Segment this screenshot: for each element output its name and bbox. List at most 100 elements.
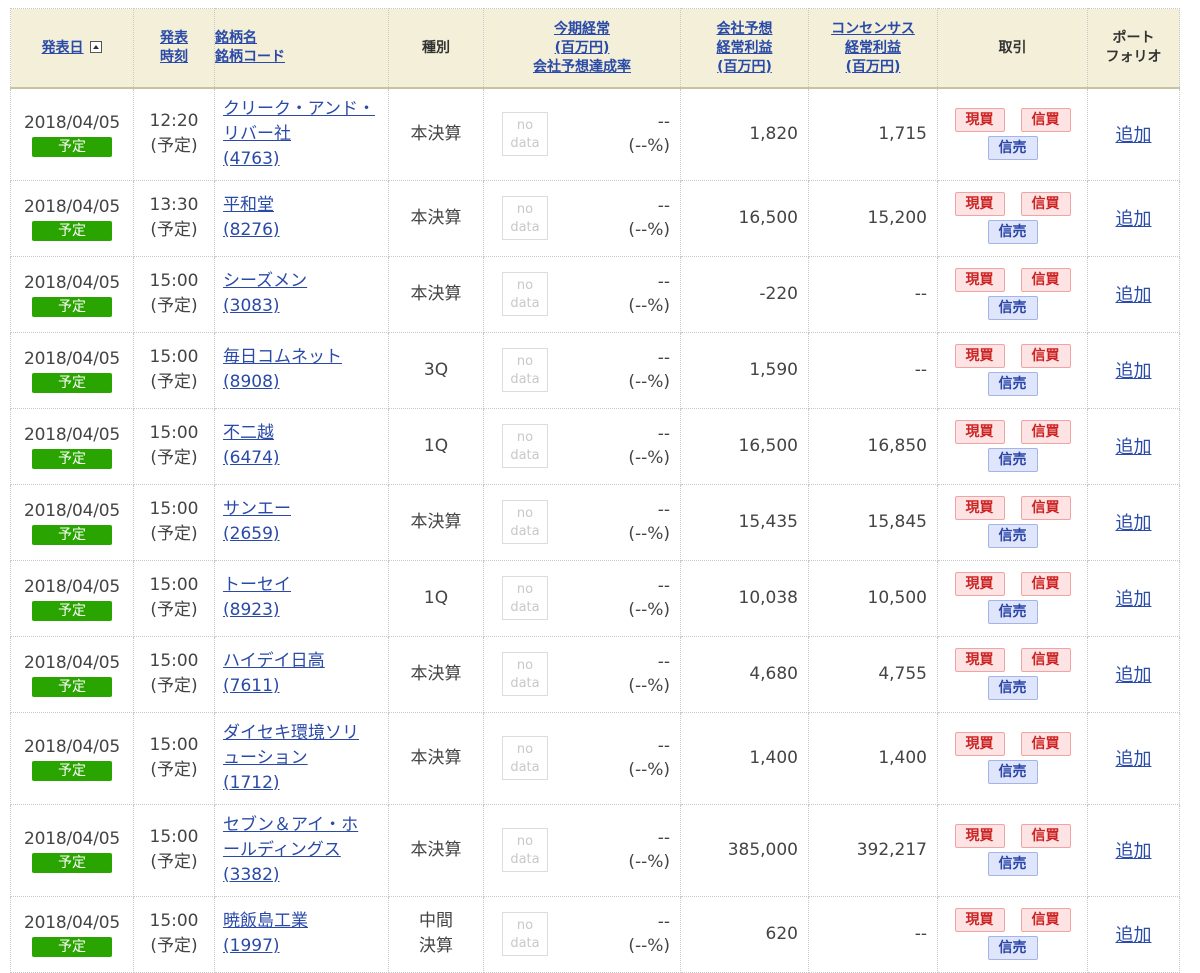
margin-buy-button[interactable]: 信買 <box>1020 344 1071 368</box>
stock-name-link[interactable]: サンエー <box>223 499 291 519</box>
stock-name-link[interactable]: トーセイ <box>223 575 291 595</box>
cash-buy-button[interactable]: 現買 <box>954 420 1005 444</box>
stock-code-link[interactable]: (8276) <box>223 220 280 240</box>
sort-up-icon[interactable] <box>90 40 103 53</box>
sort-time-link[interactable]: 発表 時刻 <box>160 30 188 65</box>
add-portfolio-link[interactable]: 追加 <box>1116 285 1152 306</box>
margin-buy-button[interactable]: 信買 <box>1020 420 1071 444</box>
type-cell: 本決算 <box>388 87 484 181</box>
margin-sell-button[interactable]: 信売 <box>987 760 1038 784</box>
header-forecast[interactable]: 会社予想 経常利益 (百万円) <box>680 8 809 89</box>
portfolio-cell: 追加 <box>1087 255 1180 333</box>
trade-cell: 現買 信買 信売 <box>937 895 1088 973</box>
stock-name-link[interactable]: ハイデイ日高 <box>223 651 325 671</box>
stock-name-link[interactable]: 平和堂 <box>223 195 274 215</box>
margin-sell-button[interactable]: 信売 <box>987 220 1038 244</box>
add-portfolio-link[interactable]: 追加 <box>1116 925 1152 946</box>
sort-date-link[interactable]: 発表日 <box>42 40 84 56</box>
sort-forecast-link[interactable]: 会社予想 経常利益 (百万円) <box>717 21 773 75</box>
cash-buy-button[interactable]: 現買 <box>954 732 1005 756</box>
margin-sell-button[interactable]: 信売 <box>987 448 1038 472</box>
stock-code-link[interactable]: (6474) <box>223 448 280 468</box>
cash-buy-button[interactable]: 現買 <box>954 824 1005 848</box>
time-note: (予定) <box>150 524 198 544</box>
margin-sell-button[interactable]: 信売 <box>987 936 1038 960</box>
stock-name-link[interactable]: 暁飯島工業 <box>223 911 308 931</box>
stock-name-link[interactable]: ダイセキ環境ソリ <box>223 723 359 743</box>
stock-code-link[interactable]: (1997) <box>223 936 280 956</box>
time-note: (予定) <box>150 760 198 780</box>
add-portfolio-link[interactable]: 追加 <box>1116 125 1152 146</box>
table-row: 2018/04/05 予定 13:30 (予定) 平和堂 (8276) 本決算 … <box>10 179 1180 257</box>
margin-buy-button[interactable]: 信買 <box>1020 192 1071 216</box>
add-portfolio-link[interactable]: 追加 <box>1116 513 1152 534</box>
type-cell: 本決算 <box>388 635 484 713</box>
add-portfolio-link[interactable]: 追加 <box>1116 209 1152 230</box>
achievement-rate: -- (--%) <box>628 500 670 544</box>
cash-buy-button[interactable]: 現買 <box>954 908 1005 932</box>
stock-code-link[interactable]: (7611) <box>223 676 280 696</box>
header-rate[interactable]: 今期経常 (百万円) 会社予想達成率 <box>483 8 681 89</box>
type-cell: 中間 決算 <box>388 895 484 973</box>
margin-buy-button[interactable]: 信買 <box>1020 824 1071 848</box>
margin-buy-button[interactable]: 信買 <box>1020 908 1071 932</box>
margin-sell-button[interactable]: 信売 <box>987 600 1038 624</box>
stock-name-link[interactable]: ューション <box>223 748 308 768</box>
stock-code-link[interactable]: (3083) <box>223 296 280 316</box>
add-portfolio-link[interactable]: 追加 <box>1116 665 1152 686</box>
stock-code-link[interactable]: (8923) <box>223 600 280 620</box>
sort-name-link[interactable]: 銘柄名 銘柄コード <box>215 30 285 65</box>
sort-consensus-link[interactable]: コンセンサス 経常利益 (百万円) <box>831 21 915 75</box>
stock-name-link[interactable]: ールディングス <box>223 840 341 860</box>
stock-name-link[interactable]: 不二越 <box>223 423 274 443</box>
earnings-type: 本決算 <box>410 283 462 304</box>
add-portfolio-link[interactable]: 追加 <box>1116 841 1152 862</box>
time-note: (予定) <box>150 296 198 316</box>
cash-buy-button[interactable]: 現買 <box>954 496 1005 520</box>
consensus-profit: 392,217 <box>808 803 938 897</box>
margin-buy-button[interactable]: 信買 <box>1020 648 1071 672</box>
margin-buy-button[interactable]: 信買 <box>1020 496 1071 520</box>
header-consensus[interactable]: コンセンサス 経常利益 (百万円) <box>808 8 938 89</box>
cash-buy-button[interactable]: 現買 <box>954 572 1005 596</box>
margin-sell-button[interactable]: 信売 <box>987 296 1038 320</box>
margin-sell-button[interactable]: 信売 <box>987 372 1038 396</box>
add-portfolio-link[interactable]: 追加 <box>1116 437 1152 458</box>
header-date[interactable]: 発表日 <box>10 8 134 89</box>
cash-buy-button[interactable]: 現買 <box>954 108 1005 133</box>
stock-name-link[interactable]: リバー社 <box>223 124 291 144</box>
cash-buy-button[interactable]: 現買 <box>954 192 1005 216</box>
margin-sell-button[interactable]: 信売 <box>987 136 1038 161</box>
cash-buy-button[interactable]: 現買 <box>954 268 1005 292</box>
add-portfolio-link[interactable]: 追加 <box>1116 749 1152 770</box>
table-row: 2018/04/05 予定 15:00 (予定) 不二越 (6474) 1Q n… <box>10 407 1180 485</box>
add-portfolio-link[interactable]: 追加 <box>1116 361 1152 382</box>
earnings-type: 3Q <box>423 359 449 380</box>
stock-name-link[interactable]: セブン＆アイ・ホ <box>223 815 358 835</box>
time-note: (予定) <box>150 600 198 620</box>
header-name[interactable]: 銘柄名 銘柄コード <box>214 8 389 89</box>
achievement-cell: no data -- (--%) <box>483 179 681 257</box>
margin-sell-button[interactable]: 信売 <box>987 676 1038 700</box>
stock-code-link[interactable]: (3382) <box>223 865 280 885</box>
stock-code-link[interactable]: (1712) <box>223 773 280 793</box>
forecast-profit: 1,590 <box>680 331 809 409</box>
stock-name-link[interactable]: 毎日コムネット <box>223 347 342 367</box>
stock-code-link[interactable]: (4763) <box>223 149 280 169</box>
stock-name-link[interactable]: クリーク・アンド・ <box>223 99 375 119</box>
margin-sell-button[interactable]: 信売 <box>987 852 1038 876</box>
sort-rate-link[interactable]: 今期経常 (百万円) 会社予想達成率 <box>533 21 631 75</box>
margin-buy-button[interactable]: 信買 <box>1020 108 1071 133</box>
add-portfolio-link[interactable]: 追加 <box>1116 589 1152 610</box>
stock-code-link[interactable]: (2659) <box>223 524 280 544</box>
stock-name-link[interactable]: シーズメン <box>223 271 307 291</box>
cash-buy-button[interactable]: 現買 <box>954 344 1005 368</box>
margin-buy-button[interactable]: 信買 <box>1020 732 1071 756</box>
margin-sell-button[interactable]: 信売 <box>987 524 1038 548</box>
header-time[interactable]: 発表 時刻 <box>133 8 215 89</box>
portfolio-cell: 追加 <box>1087 407 1180 485</box>
cash-buy-button[interactable]: 現買 <box>954 648 1005 672</box>
margin-buy-button[interactable]: 信買 <box>1020 268 1071 292</box>
margin-buy-button[interactable]: 信買 <box>1020 572 1071 596</box>
stock-code-link[interactable]: (8908) <box>223 372 280 392</box>
